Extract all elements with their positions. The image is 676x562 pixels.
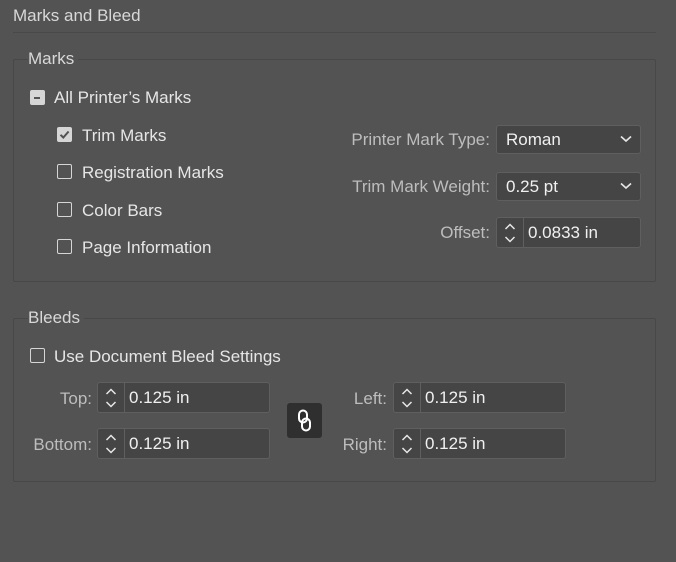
stepper-icon <box>401 388 413 408</box>
offset-value: 0.0833 in <box>528 223 598 242</box>
stepper-icon <box>105 434 117 454</box>
registration-marks-label: Registration Marks <box>82 163 224 182</box>
checkmark-icon <box>59 130 70 139</box>
left-label: Left: <box>353 389 387 408</box>
right-bleed-field[interactable]: 0.125 in <box>393 428 566 459</box>
stepper-icon <box>401 434 413 454</box>
offset-stepper[interactable] <box>497 218 524 247</box>
bottom-bleed-stepper[interactable] <box>98 429 125 458</box>
left-bleed-value: 0.125 in <box>425 388 486 407</box>
section-title: Marks and Bleed <box>13 6 141 25</box>
trim-marks-label: Trim Marks <box>82 126 167 145</box>
all-printers-marks-checkbox[interactable] <box>30 90 45 105</box>
color-bars-checkbox[interactable] <box>57 202 72 217</box>
chevron-down-icon <box>620 135 632 143</box>
offset-label: Offset: <box>440 223 490 242</box>
bottom-bleed-field[interactable]: 0.125 in <box>97 428 270 459</box>
left-bleed-field[interactable]: 0.125 in <box>393 382 566 413</box>
trim-mark-weight-label: Trim Mark Weight: <box>352 177 490 196</box>
printer-mark-type-value: Roman <box>506 130 561 149</box>
offset-field[interactable]: 0.0833 in <box>496 217 641 248</box>
bottom-bleed-value: 0.125 in <box>129 434 190 453</box>
left-bleed-stepper[interactable] <box>394 383 421 412</box>
top-bleed-stepper[interactable] <box>98 383 125 412</box>
trim-mark-weight-value: 0.25 pt <box>506 177 558 196</box>
chevron-down-icon <box>620 182 632 190</box>
registration-marks-checkbox[interactable] <box>57 164 72 179</box>
page-information-label: Page Information <box>82 238 212 257</box>
stepper-icon <box>105 388 117 408</box>
trim-marks-checkbox[interactable] <box>57 127 72 142</box>
trim-mark-weight-select[interactable]: 0.25 pt <box>496 172 641 201</box>
right-bleed-stepper[interactable] <box>394 429 421 458</box>
marks-group-label: Marks <box>28 49 79 69</box>
color-bars-label: Color Bars <box>82 201 163 220</box>
top-label: Top: <box>59 389 92 408</box>
right-label: Right: <box>342 435 387 454</box>
link-icon <box>298 409 311 432</box>
stepper-icon <box>504 223 516 243</box>
bleeds-group-label: Bleeds <box>28 308 84 328</box>
bottom-label: Bottom: <box>33 435 92 454</box>
printer-mark-type-label: Printer Mark Type: <box>351 130 490 149</box>
use-document-bleed-label: Use Document Bleed Settings <box>54 347 281 366</box>
top-bleed-value: 0.125 in <box>129 388 190 407</box>
title-divider <box>13 32 656 33</box>
use-document-bleed-checkbox[interactable] <box>30 348 45 363</box>
all-printers-marks-label: All Printer’s Marks <box>54 88 192 107</box>
right-bleed-value: 0.125 in <box>425 434 486 453</box>
printer-mark-type-select[interactable]: Roman <box>496 125 641 154</box>
top-bleed-field[interactable]: 0.125 in <box>97 382 270 413</box>
page-information-checkbox[interactable] <box>57 239 72 254</box>
link-bleed-values-button[interactable] <box>287 403 322 438</box>
